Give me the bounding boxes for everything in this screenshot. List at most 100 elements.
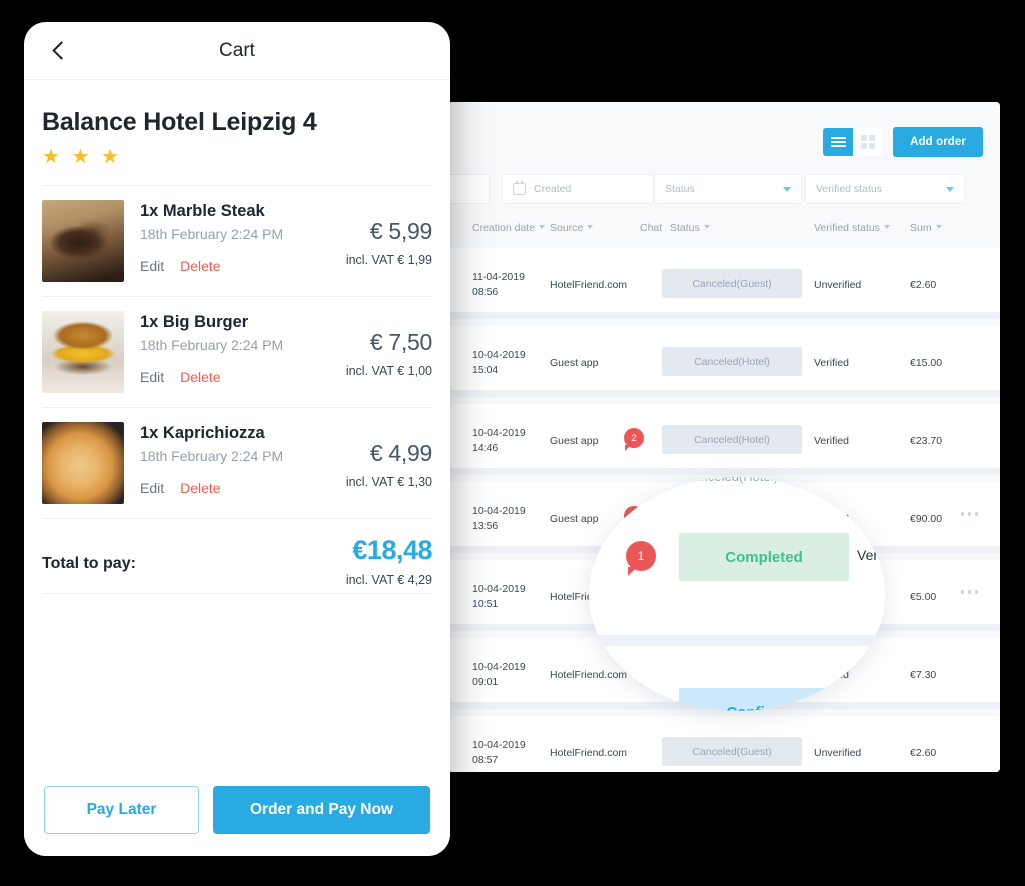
- row-source: HotelFriend.com: [550, 279, 628, 291]
- cart-body: Balance Hotel Leipzig 4 ★ ★ ★ 1x Marble …: [24, 108, 450, 594]
- magnifier-lens: Canceled(Hotel) 1 Completed Verified Con…: [589, 477, 885, 711]
- row-actions-menu-icon[interactable]: [960, 512, 978, 516]
- phone-cart-screen: Cart Balance Hotel Leipzig 4 ★ ★ ★ 1x Ma…: [24, 22, 450, 856]
- grid-view-icon: [861, 135, 875, 149]
- chevron-down-icon: [946, 186, 954, 192]
- column-header-source[interactable]: Source: [550, 222, 593, 234]
- item-thumbnail: [42, 200, 124, 282]
- chat-badge[interactable]: [626, 696, 656, 711]
- row-source: HotelFriend.com: [550, 747, 628, 759]
- row-sum: €23.70: [910, 435, 943, 447]
- status-badge: Canceled(Hotel): [662, 347, 802, 376]
- row-sum: €15.00: [910, 357, 943, 369]
- row-time: 15:04: [472, 364, 499, 376]
- status-badge: Canceled(Hotel): [662, 425, 802, 454]
- created-date-filter[interactable]: Created: [502, 174, 654, 204]
- cart-item: 1x Marble Steak 18th February 2:24 PM Edit…: [42, 185, 432, 296]
- delete-item-link[interactable]: Delete: [180, 258, 220, 274]
- star-rating: ★ ★ ★: [42, 146, 122, 168]
- chat-badge[interactable]: 2: [624, 428, 644, 451]
- chat-badge[interactable]: 1: [626, 541, 656, 576]
- chevron-left-icon: [51, 41, 71, 60]
- add-order-button[interactable]: Add order: [893, 127, 983, 157]
- status-filter-label: Status: [665, 183, 695, 195]
- item-thumbnail: [42, 311, 124, 393]
- row-sum: €2.60: [910, 279, 937, 291]
- hotel-name: Balance Hotel Leipzig 4: [42, 108, 317, 136]
- grid-view-button[interactable]: [853, 128, 883, 156]
- row-time: 13:56: [472, 520, 499, 532]
- magnified-row-confirmed[interactable]: Confirmed Verified: [589, 646, 885, 711]
- list-view-button[interactable]: [823, 128, 853, 156]
- row-date: 11-04-2019: [472, 271, 525, 283]
- row-time: 14:46: [472, 442, 499, 454]
- verified-status-filter-select[interactable]: Verified status: [805, 174, 965, 204]
- magnifier-content: Canceled(Hotel) 1 Completed Verified Con…: [589, 477, 885, 711]
- delete-item-link[interactable]: Delete: [180, 480, 220, 496]
- row-date: 10-04-2019: [472, 349, 526, 361]
- row-sum: €90.00: [910, 513, 943, 525]
- status-badge: Canceled(Guest): [662, 269, 802, 298]
- item-price: € 5,99: [369, 218, 432, 244]
- pay-later-button[interactable]: Pay Later: [44, 786, 199, 834]
- search-filter-input[interactable]: [448, 174, 490, 204]
- order-and-pay-now-button[interactable]: Order and Pay Now: [213, 786, 430, 834]
- row-date: 10-04-2019: [472, 505, 526, 517]
- cart-footer: Pay Later Order and Pay Now: [24, 768, 450, 856]
- column-header-chat: Chat: [640, 222, 663, 234]
- row-date: 10-04-2019: [472, 661, 526, 673]
- edit-item-link[interactable]: Edit: [140, 369, 164, 385]
- cart-total-row: Total to pay: €18,48 incl. VAT € 4,29: [42, 518, 433, 594]
- total-price: €18,48: [352, 535, 432, 565]
- row-time: 08:57: [472, 754, 499, 766]
- row-verified-status: Unverified: [814, 747, 862, 759]
- edit-item-link[interactable]: Edit: [140, 258, 164, 274]
- item-vat: incl. VAT € 1,30: [345, 475, 432, 489]
- row-time: 08:56: [472, 286, 499, 298]
- magnifier-ghost-top: Canceled(Hotel): [684, 477, 778, 484]
- dashboard-toolbar: Add order: [448, 102, 1000, 170]
- row-sum: €5.00: [910, 591, 937, 603]
- page-title: Cart: [219, 39, 255, 61]
- cart-item: 1x Big Burger 18th February 2:24 PM Edit De…: [42, 296, 432, 407]
- column-header-creation-date[interactable]: Creation date: [472, 222, 545, 234]
- verified-status-value: Verified: [857, 702, 885, 711]
- table-row[interactable]: 10-04-2019 14:46 Guest app 2 Canceled(Hotel)…: [448, 404, 1000, 475]
- table-row[interactable]: 10-04-2019 15:04 Guest app Canceled(Hotel) V…: [448, 326, 1000, 397]
- status-filter-select[interactable]: Status: [654, 174, 802, 204]
- verified-status-value: Verified: [857, 547, 885, 563]
- row-actions-menu-icon[interactable]: [960, 590, 978, 594]
- table-row[interactable]: 10-04-2019 08:57 HotelFriend.com Canceled(G…: [448, 716, 1000, 772]
- back-button[interactable]: [46, 38, 72, 64]
- status-badge: Confirmed: [679, 688, 849, 711]
- verified-filter-label: Verified status: [816, 183, 882, 195]
- item-price-group: € 5,99 incl. VAT € 1,99: [346, 218, 432, 267]
- row-sum: €7.30: [910, 669, 937, 681]
- item-price-group: € 4,99 incl. VAT € 1,30: [346, 440, 432, 489]
- column-header-sum[interactable]: Sum: [910, 222, 942, 234]
- row-verified-status: Verified: [814, 357, 850, 369]
- item-price-group: € 7,50 incl. VAT € 1,00: [346, 329, 432, 378]
- view-mode-toggle[interactable]: [823, 128, 883, 156]
- status-badge: Canceled(Guest): [662, 737, 802, 766]
- delete-item-link[interactable]: Delete: [180, 369, 220, 385]
- row-verified-status: Verified: [814, 435, 850, 447]
- total-vat: incl. VAT € 4,29: [345, 573, 432, 587]
- list-view-icon: [830, 134, 846, 150]
- row-sum: €2.60: [910, 747, 937, 759]
- item-thumbnail: [42, 422, 124, 504]
- chevron-down-icon: [783, 186, 791, 192]
- calendar-icon: [513, 181, 526, 195]
- magnified-row-divider: [589, 635, 885, 646]
- magnified-row-completed[interactable]: 1 Completed Verified: [589, 491, 885, 635]
- column-header-verified-status[interactable]: Verified status: [814, 222, 890, 234]
- row-source: Guest app: [550, 435, 599, 447]
- table-row[interactable]: 11-04-2019 08:56 HotelFriend.com Canceled(G…: [448, 248, 1000, 319]
- item-price: € 7,50: [369, 329, 432, 355]
- edit-item-link[interactable]: Edit: [140, 480, 164, 496]
- item-price: € 4,99: [369, 440, 432, 466]
- total-price-group: €18,48 incl. VAT € 4,29: [345, 535, 433, 587]
- column-header-status[interactable]: Status: [670, 222, 710, 234]
- row-time: 10:51: [472, 598, 499, 610]
- row-verified-status: Unverified: [814, 279, 862, 291]
